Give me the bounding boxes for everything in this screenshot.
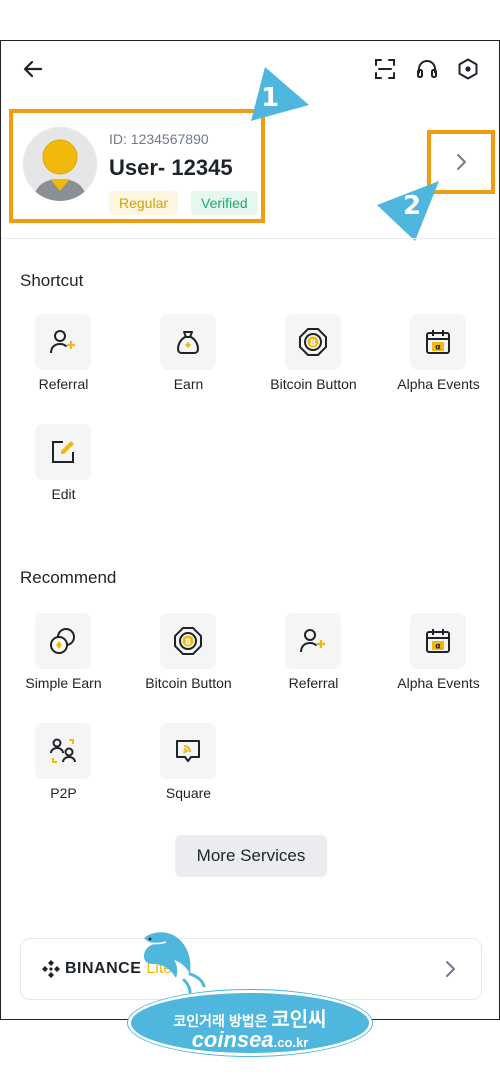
scan-icon[interactable]	[371, 55, 399, 83]
tile-label: Edit	[51, 486, 76, 502]
user-id: ID: 1234567890	[109, 131, 209, 147]
tile-label: Simple Earn	[25, 675, 102, 691]
divider	[1, 238, 499, 239]
svg-text:α: α	[435, 642, 441, 651]
bitcoin-button-icon: B	[285, 314, 341, 370]
referral-icon	[35, 314, 91, 370]
watermark-site-main: coinsea	[191, 1027, 274, 1052]
recommend-p2p[interactable]: P2P	[1, 723, 126, 823]
chevron-right-icon	[457, 154, 466, 170]
back-arrow-icon[interactable]	[19, 55, 47, 83]
bitcoin-button-icon: B	[160, 613, 216, 669]
username: User- 12345	[109, 155, 233, 181]
shortcut-title: Shortcut	[20, 271, 84, 290]
shortcut-edit[interactable]: Edit	[1, 424, 126, 524]
recommend-square[interactable]: Square	[126, 723, 251, 823]
shortcut-bitcoin-button[interactable]: B Bitcoin Button	[251, 314, 376, 414]
svg-text:B: B	[185, 638, 191, 647]
shortcut-alpha-events[interactable]: α Alpha Events	[376, 314, 499, 414]
binance-logo-icon	[42, 960, 60, 978]
tile-label: Bitcoin Button	[145, 675, 232, 691]
username-number: 12345	[171, 155, 233, 180]
callout-number-1: 1	[261, 83, 280, 113]
tile-label: Bitcoin Button	[270, 376, 357, 392]
recommend-referral[interactable]: Referral	[251, 613, 376, 713]
callout-number-2: 2	[403, 191, 422, 221]
app-screen: ID: 1234567890 User- 12345 Regular Verif…	[0, 40, 500, 1020]
headset-support-icon[interactable]	[413, 55, 441, 83]
square-icon	[160, 723, 216, 779]
callout-marker-1: 1	[247, 65, 311, 125]
recommend-simple-earn[interactable]: Simple Earn	[1, 613, 126, 713]
recommend-bitcoin-button[interactable]: B Bitcoin Button	[126, 613, 251, 713]
callout-marker-2: 2	[375, 179, 441, 243]
chevron-right-icon	[443, 959, 457, 984]
tile-label: P2P	[50, 785, 77, 801]
coinsea-watermark: 코인거래 방법은 코인씨 coinsea.co.kr	[128, 990, 372, 1056]
settings-hexagon-icon[interactable]	[454, 55, 482, 83]
recommend-alpha-events[interactable]: α Alpha Events	[376, 613, 499, 713]
tile-label: Square	[165, 785, 212, 801]
simple-earn-icon	[35, 613, 91, 669]
tile-label: Referral	[288, 675, 339, 691]
binance-brand-text: BINANCE	[65, 960, 142, 977]
recommend-title: Recommend	[20, 568, 117, 587]
username-prefix: User-	[109, 155, 166, 180]
alpha-events-calendar-icon: α	[410, 613, 466, 669]
badge-regular: Regular	[109, 191, 179, 215]
tile-label: Alpha Events	[397, 675, 480, 691]
earn-bag-icon	[160, 314, 216, 370]
watermark-site-tld: .co.kr	[273, 1035, 309, 1050]
edit-icon	[35, 424, 91, 480]
tile-label: Alpha Events	[397, 376, 480, 392]
svg-text:α: α	[435, 343, 441, 352]
referral-icon	[285, 613, 341, 669]
tile-label: Earn	[173, 376, 204, 392]
alpha-events-calendar-icon: α	[410, 314, 466, 370]
badge-verified: Verified	[191, 191, 258, 215]
p2p-icon	[35, 723, 91, 779]
tile-label: Referral	[38, 376, 89, 392]
more-services-button[interactable]: More Services	[175, 835, 327, 877]
shortcut-earn[interactable]: Earn	[126, 314, 251, 414]
profile-card[interactable]: ID: 1234567890 User- 12345 Regular Verif…	[9, 109, 265, 223]
watermark-line-2: coinsea.co.kr	[131, 1027, 369, 1053]
shortcut-referral[interactable]: Referral	[1, 314, 126, 414]
avatar	[23, 127, 97, 201]
svg-text:B: B	[310, 339, 316, 348]
